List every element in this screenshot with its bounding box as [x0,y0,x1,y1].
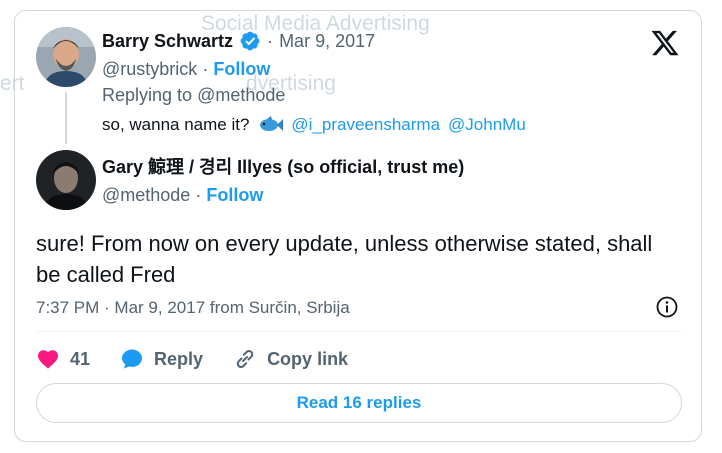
speech-bubble-icon [122,349,143,369]
fish-icon [260,116,284,131]
read-replies-label: Read 16 replies [296,393,422,412]
avatar-barry-schwartz[interactable] [36,27,96,87]
mention-link[interactable]: @JohnMu [448,114,526,136]
author-handle[interactable]: @rustybrick [102,59,197,79]
heart-icon [38,350,58,369]
follow-button[interactable]: Follow [206,185,263,205]
reply-button[interactable]: Reply [120,347,203,371]
x-logo-icon[interactable] [650,28,680,58]
read-replies-button[interactable]: Read 16 replies [36,383,682,423]
link-icon [236,350,254,368]
author-name[interactable]: Barry Schwartz [102,30,233,52]
info-icon[interactable] [655,295,679,319]
replying-to-prefix: Replying to [102,85,193,105]
verified-badge-icon [240,31,260,51]
tweet-timestamp[interactable]: 7:37 PM · Mar 9, 2017 from Surčin, Srbij… [36,297,350,319]
like-count: 41 [70,348,91,369]
reply-tweet-text: so, wanna name it? [102,115,250,134]
author-handle[interactable]: @methode [102,185,190,205]
divider [36,331,682,332]
reply-label: Reply [154,348,204,369]
separator-dot: · [195,185,202,205]
follow-button[interactable]: Follow [213,59,270,79]
action-bar: 41 Reply Copy link [36,346,378,372]
replying-to-handle[interactable]: @methode [197,85,285,105]
avatar-gary-illyes[interactable] [36,150,96,210]
separator-dot: · [267,31,274,51]
author-name[interactable]: Gary 鯨理 / 경리 Illyes (so official, trust … [102,157,464,177]
mention-link[interactable]: @i_praveensharma [291,114,440,136]
like-button[interactable]: 41 [36,347,90,371]
tweet-date[interactable]: Mar 9, 2017 [279,30,375,52]
thread-connector-line [65,92,67,144]
copy-link-button[interactable]: Copy link [233,347,348,371]
tweet-text: sure! From now on every update, unless o… [36,231,653,287]
copy-link-label: Copy link [267,348,349,369]
